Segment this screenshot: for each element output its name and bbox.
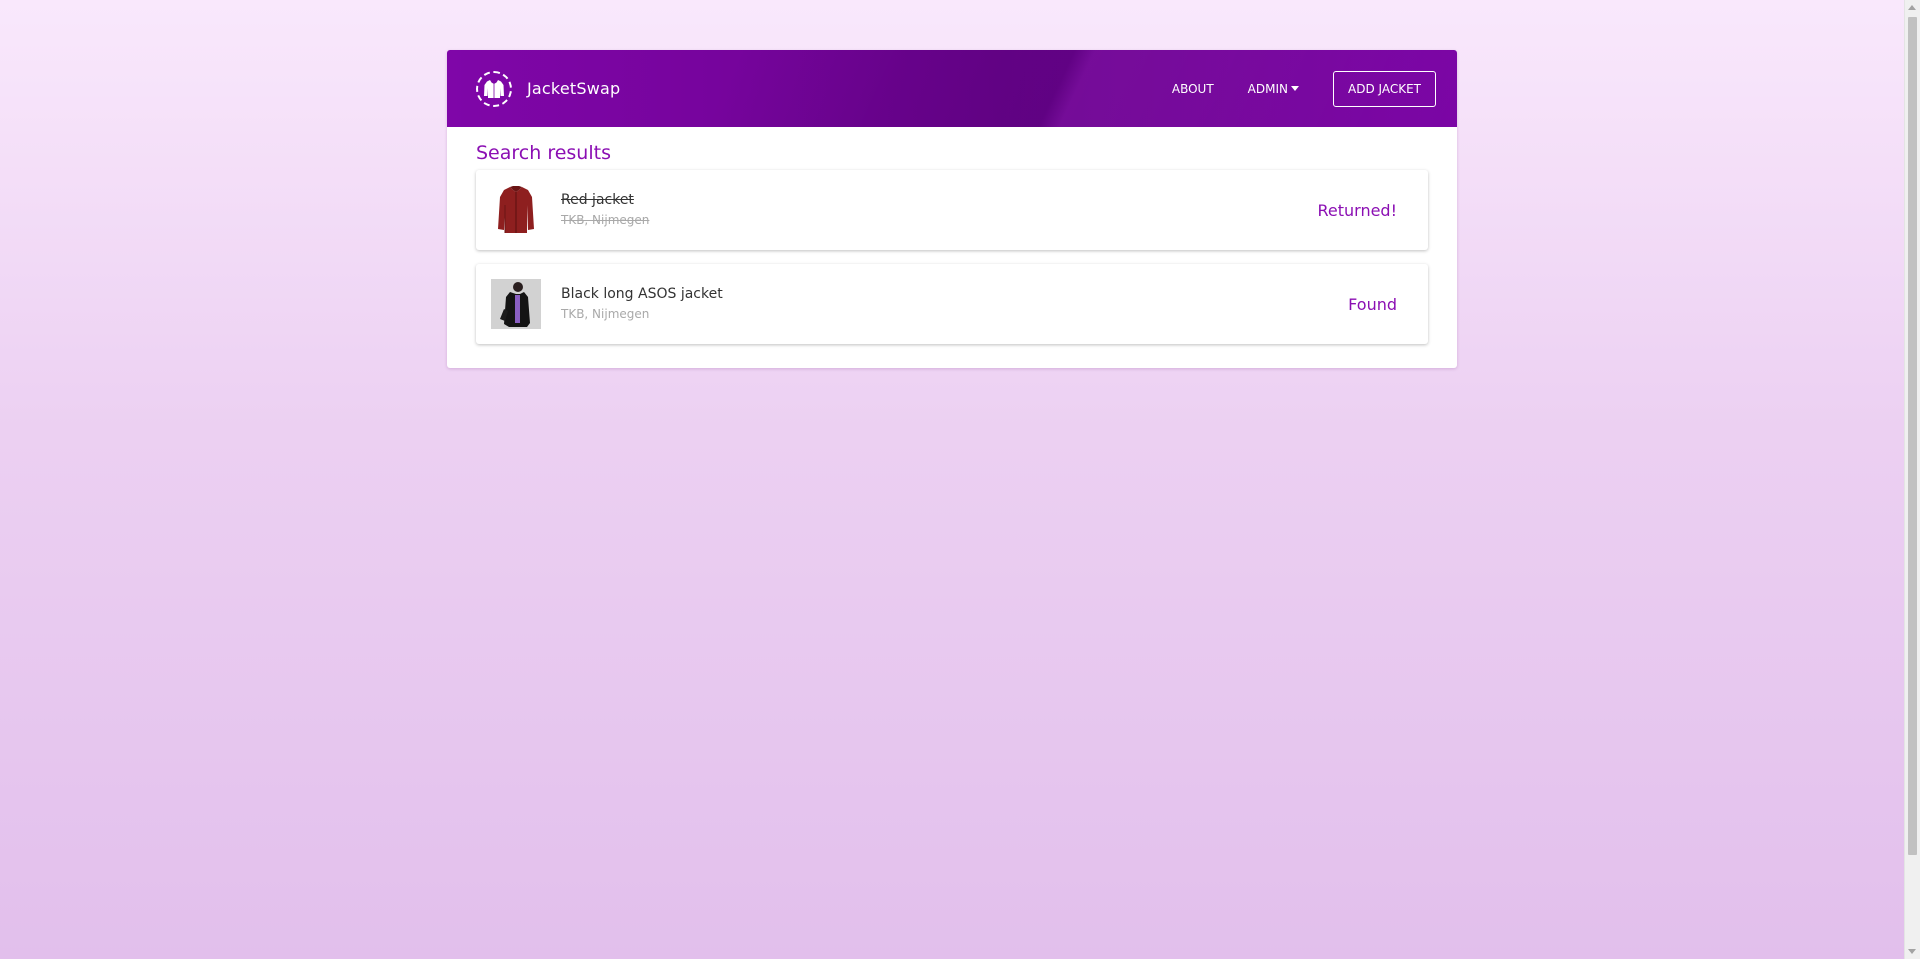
nav-admin-label: ADMIN [1247,81,1288,96]
jacket-icon [476,70,512,107]
nav-about-label: ABOUT [1171,81,1214,96]
vertical-scrollbar[interactable] [1904,0,1920,959]
scroll-up-icon[interactable] [1908,5,1916,10]
page-title: Search results [476,142,611,164]
brand[interactable]: JacketSwap [476,70,621,107]
header-bar: JacketSwap ABOUT ADMIN ADD JACKET [447,50,1457,127]
result-title: Black long ASOS jacket [561,286,723,302]
scrollbar-thumb[interactable] [1908,17,1917,855]
scroll-down-icon[interactable] [1908,949,1916,954]
status-label: Returned! [1317,200,1397,220]
nav-about-link[interactable]: ABOUT [1172,82,1214,96]
result-location: TKB, Nijmegen [561,307,650,321]
page: JacketSwap ABOUT ADMIN ADD JACKET Search… [0,0,1904,959]
content: Search results Red jacket TKB, Nijmegen [447,127,1457,344]
main-card: JacketSwap ABOUT ADMIN ADD JACKET Search… [447,50,1457,368]
brand-name: JacketSwap [527,79,621,98]
result-location: TKB, Nijmegen [561,213,650,227]
black-jacket-image [491,279,541,329]
add-jacket-button[interactable]: ADD JACKET [1333,70,1436,107]
results-list: Red jacket TKB, Nijmegen Returned! Black… [476,170,1428,344]
result-item[interactable]: Black long ASOS jacket TKB, Nijmegen Fou… [476,264,1428,344]
result-text: Black long ASOS jacket TKB, Nijmegen [561,285,723,323]
caret-down-icon [1291,86,1299,91]
top-nav: ABOUT ADMIN ADD JACKET [1172,70,1436,107]
result-text: Red jacket TKB, Nijmegen [561,191,649,229]
result-title: Red jacket [561,192,634,208]
nav-admin-dropdown[interactable]: ADMIN [1248,82,1299,96]
red-jacket-image [491,185,541,235]
status-label: Found [1348,294,1397,314]
result-item[interactable]: Red jacket TKB, Nijmegen Returned! [476,170,1428,250]
